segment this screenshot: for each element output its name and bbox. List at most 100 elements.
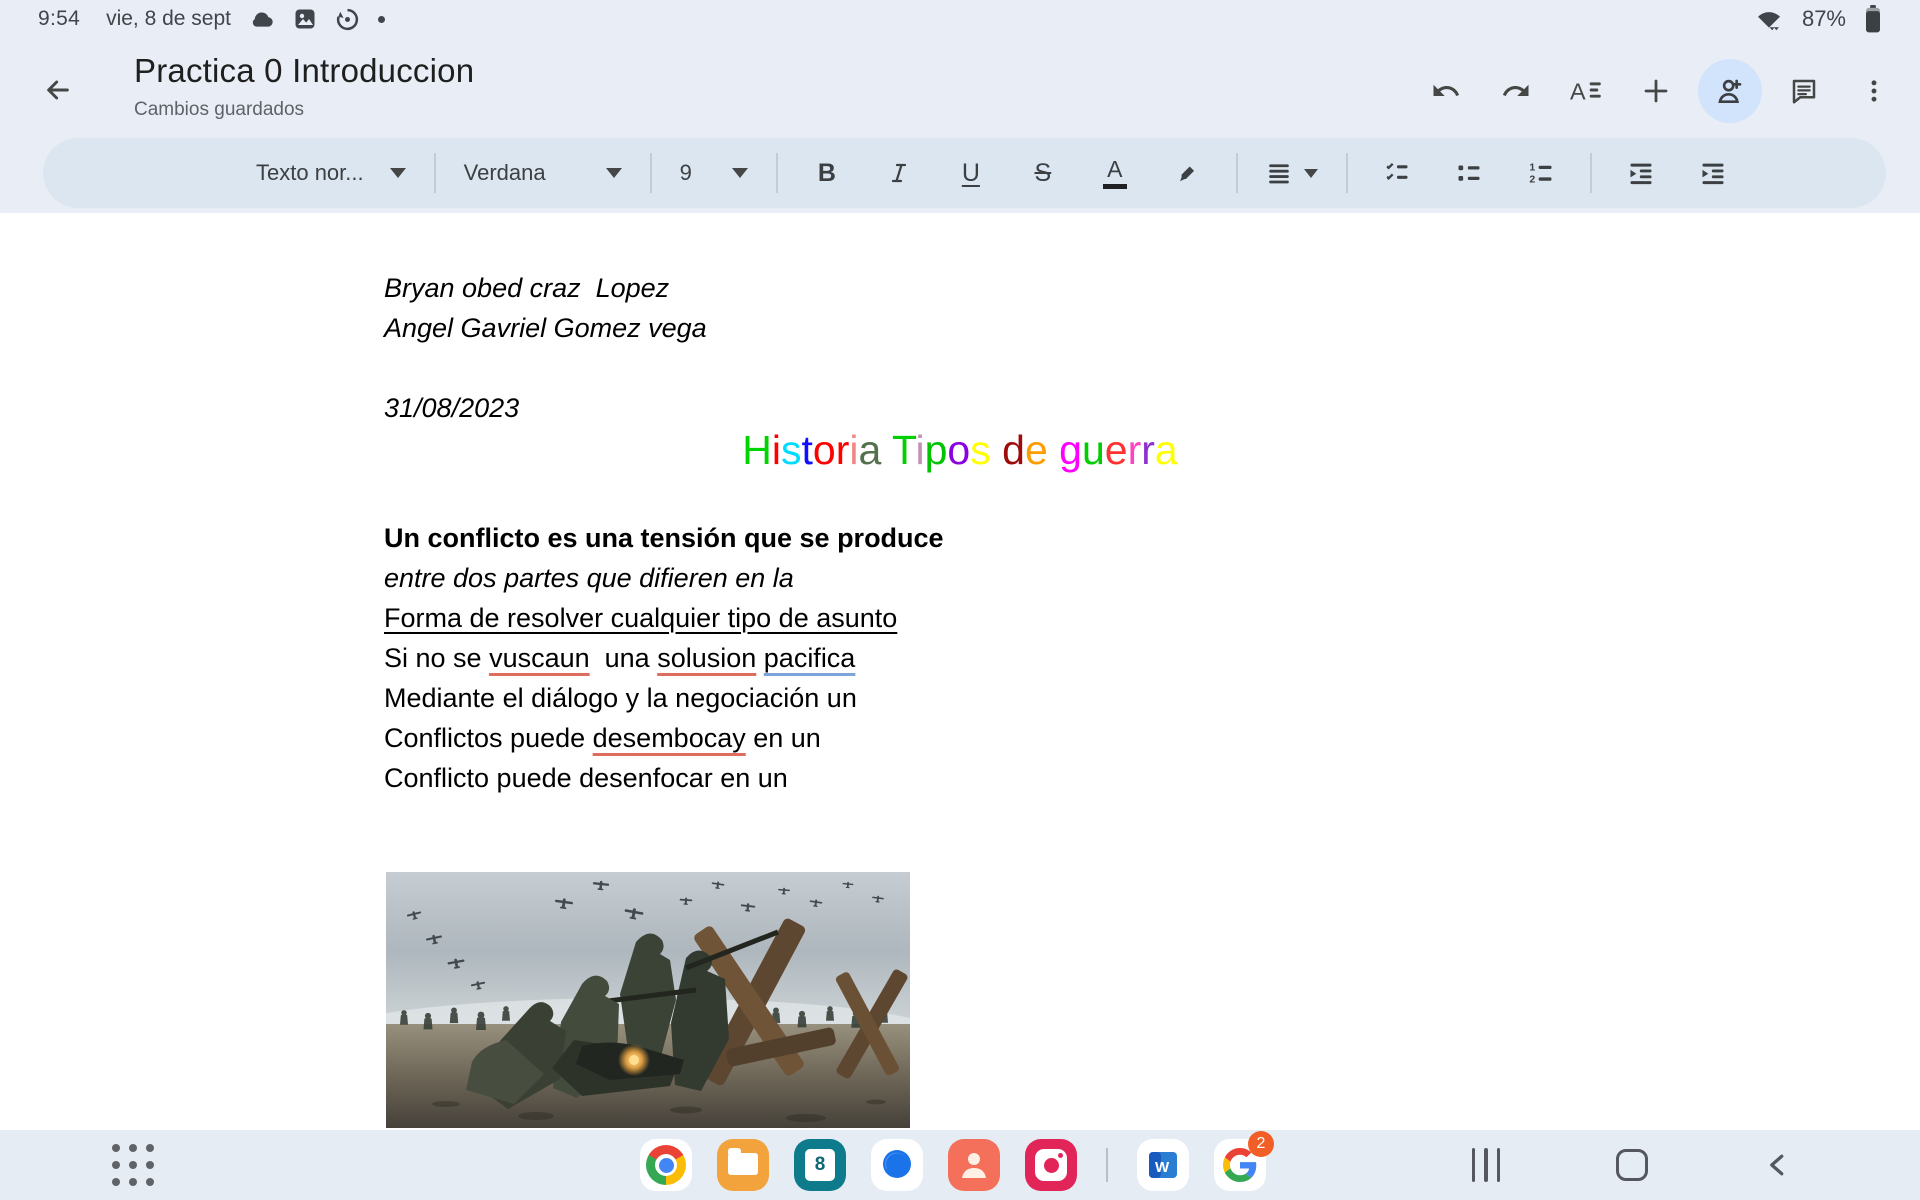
data-saver-icon xyxy=(335,7,360,32)
doc-text-line: Angel Gavriel Gomez vega xyxy=(384,313,707,343)
title-letter xyxy=(1048,427,1059,473)
google-app-icon[interactable]: 2 xyxy=(1214,1131,1274,1191)
text-segment: entre dos partes que difieren en la xyxy=(384,563,794,593)
chrome-app-icon[interactable] xyxy=(640,1139,692,1191)
battery-percent: 87% xyxy=(1801,6,1846,31)
misspelled-word: pacifica xyxy=(763,643,856,673)
back-button[interactable] xyxy=(34,66,82,114)
bulleted-list-button[interactable] xyxy=(1440,144,1498,202)
title-letter: H xyxy=(742,427,772,473)
title-letter: p xyxy=(924,427,948,473)
document-canvas[interactable]: Bryan obed craz Lopez Angel Gavriel Gomez… xyxy=(0,213,1920,1130)
title-letter: e xyxy=(1104,427,1128,473)
home-button[interactable] xyxy=(1610,1143,1654,1187)
title-letter: s xyxy=(781,427,802,473)
title-letter: o xyxy=(947,427,971,473)
contacts-app-icon[interactable] xyxy=(948,1139,1000,1191)
paragraph-style-dropdown[interactable]: Texto nor... xyxy=(248,160,414,186)
title-letter: e xyxy=(1024,427,1048,473)
doc-text-line: Conflictos puede desembocay en un xyxy=(384,718,944,758)
status-date: vie, 8 de sept xyxy=(106,7,231,30)
svg-text:A: A xyxy=(1570,79,1586,105)
svg-text:1: 1 xyxy=(1529,162,1535,174)
doc-text-line: Conflicto puede desenfocar en un xyxy=(384,758,944,798)
doc-text-line: Bryan obed craz Lopez xyxy=(384,273,670,303)
doc-text-line xyxy=(384,348,707,388)
cloud-icon xyxy=(249,6,275,32)
underline-button[interactable]: U xyxy=(942,144,1000,202)
doc-text-line: Mediante el diálogo y la negociación un xyxy=(384,678,944,718)
text-segment: Un conflicto es una tensión que se produ… xyxy=(384,523,944,553)
text-color-button[interactable]: A xyxy=(1086,144,1144,202)
indent-button[interactable] xyxy=(1684,144,1742,202)
text-segment: Conflictos puede xyxy=(384,723,593,753)
divider xyxy=(1235,153,1238,193)
svg-text:W: W xyxy=(1155,1159,1170,1176)
messages-app-icon[interactable] xyxy=(871,1139,923,1191)
notification-dot xyxy=(378,15,385,23)
taskbar-divider xyxy=(1106,1148,1108,1182)
divider xyxy=(1345,153,1348,193)
font-options-button[interactable]: A xyxy=(1558,63,1614,119)
taskbar: 8 W 2 xyxy=(0,1130,1920,1200)
text-segment: en un xyxy=(745,723,821,753)
my-files-app-icon[interactable] xyxy=(717,1139,769,1191)
text-segment: Conflicto puede desenfocar en un xyxy=(384,763,788,793)
title-letter: a xyxy=(858,427,882,473)
word-app-icon[interactable]: W xyxy=(1137,1139,1189,1191)
calendar-app-icon[interactable]: 8 xyxy=(794,1139,846,1191)
divider xyxy=(775,153,778,193)
title-letter: r xyxy=(1127,427,1142,473)
doc-text-line: 31/08/2023 xyxy=(384,393,520,423)
paragraph-style-value: Texto nor... xyxy=(256,160,364,185)
title-letter: o xyxy=(812,427,836,473)
undo-button[interactable] xyxy=(1418,63,1474,119)
comments-button[interactable] xyxy=(1776,63,1832,119)
text-segment: Forma de resolver cualquier tipo de asun… xyxy=(384,603,898,633)
gallery-icon xyxy=(293,7,317,31)
share-button[interactable] xyxy=(1698,59,1762,123)
title-letter: t xyxy=(801,427,813,473)
align-dropdown[interactable] xyxy=(1258,160,1326,186)
title-letter: u xyxy=(1081,427,1105,473)
document-title[interactable]: Practica 0 Introduccion xyxy=(134,52,474,90)
title-letter xyxy=(991,427,1002,473)
bold-button[interactable]: B xyxy=(798,144,856,202)
italic-button[interactable] xyxy=(870,144,928,202)
title-letter: i xyxy=(771,427,781,473)
title-letter: d xyxy=(1002,427,1025,473)
text-segment xyxy=(756,643,764,673)
colored-document-heading: Historia Tipos de guerra xyxy=(0,424,1920,476)
recents-button[interactable] xyxy=(1464,1143,1508,1187)
nav-back-button[interactable] xyxy=(1756,1143,1800,1187)
title-letter: r xyxy=(835,427,850,473)
camera-app-icon[interactable] xyxy=(1025,1139,1077,1191)
battery-icon xyxy=(1864,5,1882,33)
text-segment: Mediante el diálogo y la negociación un xyxy=(384,683,857,713)
divider xyxy=(1589,153,1592,193)
outdent-button[interactable] xyxy=(1612,144,1670,202)
highlight-color-button[interactable] xyxy=(1158,144,1216,202)
title-letter: s xyxy=(970,427,991,473)
save-status: Cambios guardados xyxy=(134,99,305,120)
title-letter xyxy=(881,427,892,473)
redo-button[interactable] xyxy=(1488,63,1544,119)
insert-button[interactable] xyxy=(1628,63,1684,119)
chevron-down-icon xyxy=(731,168,748,178)
align-justify-icon xyxy=(1269,164,1289,184)
more-options-button[interactable] xyxy=(1846,63,1902,119)
numbered-list-button[interactable]: 12 xyxy=(1512,144,1570,202)
doc-text-line: Un conflicto es una tensión que se produ… xyxy=(384,518,944,558)
font-size-dropdown[interactable]: 9 xyxy=(672,160,756,186)
checklist-button[interactable] xyxy=(1368,144,1426,202)
app-drawer-button[interactable] xyxy=(112,1144,154,1186)
status-bar: 9:54 vie, 8 de sept 87% xyxy=(0,0,1920,38)
title-letter: a xyxy=(1154,427,1178,473)
font-family-dropdown[interactable]: Verdana xyxy=(456,160,630,186)
divider xyxy=(649,153,652,193)
war-scene-image[interactable] xyxy=(386,872,910,1128)
status-time: 9:54 xyxy=(38,7,81,30)
svg-text:2: 2 xyxy=(1529,173,1535,185)
calendar-day-number: 8 xyxy=(805,1149,835,1181)
strikethrough-button[interactable]: S xyxy=(1014,144,1072,202)
